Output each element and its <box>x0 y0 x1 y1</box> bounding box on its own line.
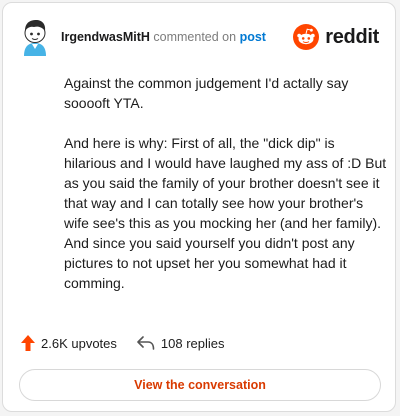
action-text: commented on <box>153 30 237 44</box>
reply-count: 108 replies <box>160 335 225 351</box>
reddit-wordmark: reddit <box>325 25 379 48</box>
reddit-brand[interactable]: reddit <box>293 24 379 50</box>
upvote-count: 2.6K upvotes <box>41 335 117 351</box>
reply-arrow-icon[interactable] <box>137 336 155 350</box>
comment-card: IrgendwasMitH commented on post reddit A… <box>2 2 396 412</box>
comment-paragraph: And here is why: First of all, the "dick… <box>64 135 387 291</box>
comment-meta: IrgendwasMitH commented on post <box>61 30 266 44</box>
comment-header: IrgendwasMitH commented on post reddit <box>19 17 379 57</box>
comment-body: Against the common judgement I'd actally… <box>64 73 388 313</box>
view-conversation-button[interactable]: View the conversation <box>19 369 381 401</box>
upvote-action[interactable]: 2.6K upvotes <box>21 335 117 351</box>
reply-action[interactable]: 108 replies <box>137 336 225 351</box>
avatar[interactable] <box>19 18 51 56</box>
comment-paragraph: Against the common judgement I'd actally… <box>64 75 349 111</box>
username[interactable]: IrgendwasMitH <box>61 30 150 44</box>
post-link[interactable]: post <box>240 30 266 44</box>
reddit-logo-icon <box>293 24 320 50</box>
upvote-arrow-icon[interactable] <box>21 335 35 351</box>
comment-actions: 2.6K upvotes 108 replies <box>21 335 225 351</box>
